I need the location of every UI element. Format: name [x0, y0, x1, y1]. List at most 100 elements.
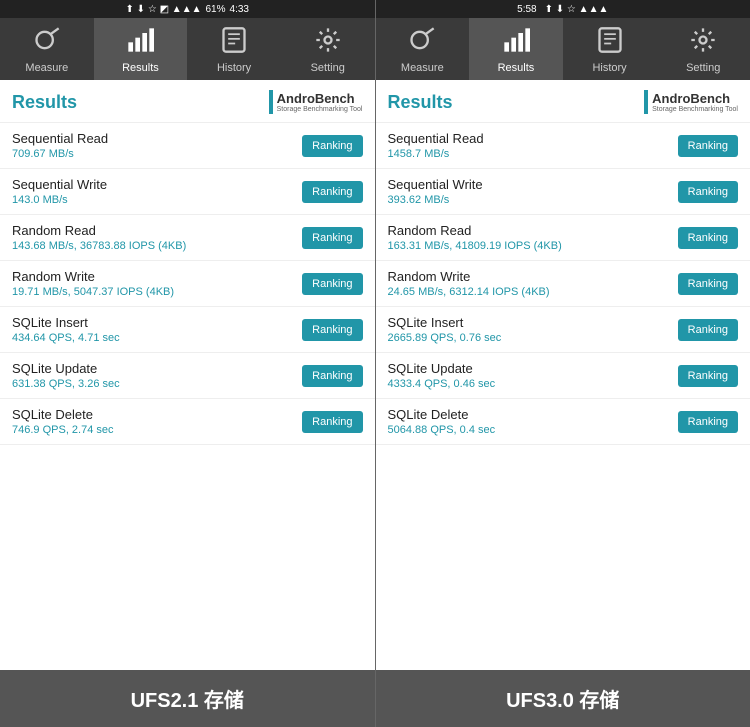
right-seq-write-ranking[interactable]: Ranking	[678, 181, 738, 203]
measure-icon	[33, 26, 61, 58]
left-logo-main: AndroBench	[277, 91, 363, 106]
left-logo-bar	[269, 90, 273, 114]
left-status-icons: ⬆ ⬇ ☆ ◩ ▲▲▲	[126, 4, 202, 15]
right-bench-seq-write-info: Sequential Write 393.62 MB/s	[388, 177, 678, 206]
right-bench-seq-write-value: 393.62 MB/s	[388, 194, 678, 206]
bench-rand-write-info: Random Write 19.71 MB/s, 5047.37 IOPS (4…	[12, 269, 302, 298]
bench-sqlite-insert-info: SQLite Insert 434.64 QPS, 4.71 sec	[12, 315, 302, 344]
bench-seq-read-info: Sequential Read 709.67 MB/s	[12, 131, 302, 160]
table-row: SQLite Update 4333.4 QPS, 0.46 sec Ranki…	[376, 353, 750, 399]
right-bench-seq-write-name: Sequential Write	[388, 177, 678, 192]
right-bench-sqlite-delete-value: 5064.88 QPS, 0.4 sec	[388, 424, 678, 436]
right-nav-setting[interactable]: Setting	[656, 18, 750, 80]
table-row: Random Read 163.31 MB/s, 41809.19 IOPS (…	[376, 215, 750, 261]
left-sqlite-insert-ranking[interactable]: Ranking	[302, 319, 362, 341]
table-row: Sequential Read 709.67 MB/s Ranking	[0, 123, 375, 169]
right-time: 5:58	[517, 4, 536, 15]
right-sqlite-update-ranking[interactable]: Ranking	[678, 365, 738, 387]
right-measure-icon	[408, 26, 436, 58]
left-logo-sub: Storage Benchmarking Tool	[277, 106, 363, 113]
right-nav-setting-label: Setting	[686, 62, 720, 74]
left-rand-read-ranking[interactable]: Ranking	[302, 227, 362, 249]
right-bench-sqlite-insert-info: SQLite Insert 2665.89 QPS, 0.76 sec	[388, 315, 678, 344]
right-bench-sqlite-delete-info: SQLite Delete 5064.88 QPS, 0.4 sec	[388, 407, 678, 436]
left-nav-history[interactable]: History	[187, 18, 281, 80]
table-row: SQLite Delete 746.9 QPS, 2.74 sec Rankin…	[0, 399, 375, 445]
left-content: Results AndroBench Storage Benchmarking …	[0, 80, 375, 670]
table-row: Sequential Write 143.0 MB/s Ranking	[0, 169, 375, 215]
left-results-title: Results	[12, 92, 77, 113]
right-sqlite-insert-ranking[interactable]: Ranking	[678, 319, 738, 341]
left-sqlite-delete-ranking[interactable]: Ranking	[302, 411, 362, 433]
left-nav-bar: Measure Results History Setting	[0, 18, 375, 80]
bench-seq-read-value: 709.67 MB/s	[12, 148, 302, 160]
right-bench-rand-read-name: Random Read	[388, 223, 678, 238]
right-bench-sqlite-delete-name: SQLite Delete	[388, 407, 678, 422]
right-status-bar: 5:58 ⬆ ⬇ ☆ ▲▲▲	[376, 0, 750, 18]
right-nav-history[interactable]: History	[563, 18, 657, 80]
bench-rand-read-value: 143.68 MB/s, 36783.88 IOPS (4KB)	[12, 240, 302, 252]
left-footer: UFS2.1 存储	[0, 670, 375, 727]
left-nav-setting-label: Setting	[311, 62, 345, 74]
right-bench-sqlite-insert-name: SQLite Insert	[388, 315, 678, 330]
results-icon	[126, 26, 154, 58]
left-nav-measure[interactable]: Measure	[0, 18, 94, 80]
table-row: Sequential Write 393.62 MB/s Ranking	[376, 169, 750, 215]
left-nav-measure-label: Measure	[25, 62, 68, 74]
right-rand-write-ranking[interactable]: Ranking	[678, 273, 738, 295]
table-row: Random Write 24.65 MB/s, 6312.14 IOPS (4…	[376, 261, 750, 307]
left-nav-results[interactable]: Results	[94, 18, 188, 80]
right-bench-sqlite-update-info: SQLite Update 4333.4 QPS, 0.46 sec	[388, 361, 678, 390]
table-row: Sequential Read 1458.7 MB/s Ranking	[376, 123, 750, 169]
left-rand-write-ranking[interactable]: Ranking	[302, 273, 362, 295]
right-seq-read-ranking[interactable]: Ranking	[678, 135, 738, 157]
table-row: SQLite Insert 2665.89 QPS, 0.76 sec Rank…	[376, 307, 750, 353]
right-bench-rand-read-value: 163.31 MB/s, 41809.19 IOPS (4KB)	[388, 240, 678, 252]
bench-rand-read-name: Random Read	[12, 223, 302, 238]
left-seq-write-ranking[interactable]: Ranking	[302, 181, 362, 203]
history-icon	[220, 26, 248, 58]
left-nav-setting[interactable]: Setting	[281, 18, 375, 80]
table-row: Random Write 19.71 MB/s, 5047.37 IOPS (4…	[0, 261, 375, 307]
right-nav-measure-label: Measure	[401, 62, 444, 74]
right-results-icon	[502, 26, 530, 58]
right-nav-results-label: Results	[498, 62, 535, 74]
table-row: SQLite Delete 5064.88 QPS, 0.4 sec Ranki…	[376, 399, 750, 445]
left-logo-text: AndroBench Storage Benchmarking Tool	[277, 91, 363, 113]
right-bench-sqlite-update-name: SQLite Update	[388, 361, 678, 376]
bench-seq-write-name: Sequential Write	[12, 177, 302, 192]
left-battery: 61%	[206, 4, 226, 15]
table-row: SQLite Update 631.38 QPS, 3.26 sec Ranki…	[0, 353, 375, 399]
bench-seq-read-name: Sequential Read	[12, 131, 302, 146]
right-bench-rand-write-value: 24.65 MB/s, 6312.14 IOPS (4KB)	[388, 286, 678, 298]
right-content: Results AndroBench Storage Benchmarking …	[376, 80, 750, 670]
table-row: SQLite Insert 434.64 QPS, 4.71 sec Ranki…	[0, 307, 375, 353]
left-time: 4:33	[230, 4, 249, 15]
right-rand-read-ranking[interactable]: Ranking	[678, 227, 738, 249]
left-sqlite-update-ranking[interactable]: Ranking	[302, 365, 362, 387]
right-bench-rand-write-info: Random Write 24.65 MB/s, 6312.14 IOPS (4…	[388, 269, 678, 298]
right-sqlite-delete-ranking[interactable]: Ranking	[678, 411, 738, 433]
bench-sqlite-delete-name: SQLite Delete	[12, 407, 302, 422]
left-androbench-logo: AndroBench Storage Benchmarking Tool	[269, 90, 363, 114]
right-results-title: Results	[388, 92, 453, 113]
bench-rand-read-info: Random Read 143.68 MB/s, 36783.88 IOPS (…	[12, 223, 302, 252]
right-bench-rand-read-info: Random Read 163.31 MB/s, 41809.19 IOPS (…	[388, 223, 678, 252]
right-results-header: Results AndroBench Storage Benchmarking …	[376, 80, 750, 123]
setting-icon	[314, 26, 342, 58]
bench-sqlite-update-value: 631.38 QPS, 3.26 sec	[12, 378, 302, 390]
bench-sqlite-update-info: SQLite Update 631.38 QPS, 3.26 sec	[12, 361, 302, 390]
right-footer: UFS3.0 存储	[376, 670, 750, 727]
left-nav-results-label: Results	[122, 62, 159, 74]
right-nav-bar: Measure Results History Setting	[376, 18, 750, 80]
right-bench-seq-read-value: 1458.7 MB/s	[388, 148, 678, 160]
right-nav-measure[interactable]: Measure	[376, 18, 470, 80]
right-phone: 5:58 ⬆ ⬇ ☆ ▲▲▲ Measure Results H	[376, 0, 750, 727]
right-setting-icon	[689, 26, 717, 58]
left-nav-history-label: History	[217, 62, 251, 74]
right-logo-text: AndroBench Storage Benchmarking Tool	[652, 91, 738, 113]
right-nav-history-label: History	[592, 62, 626, 74]
right-logo-bar	[644, 90, 648, 114]
left-seq-read-ranking[interactable]: Ranking	[302, 135, 362, 157]
right-nav-results[interactable]: Results	[469, 18, 563, 80]
